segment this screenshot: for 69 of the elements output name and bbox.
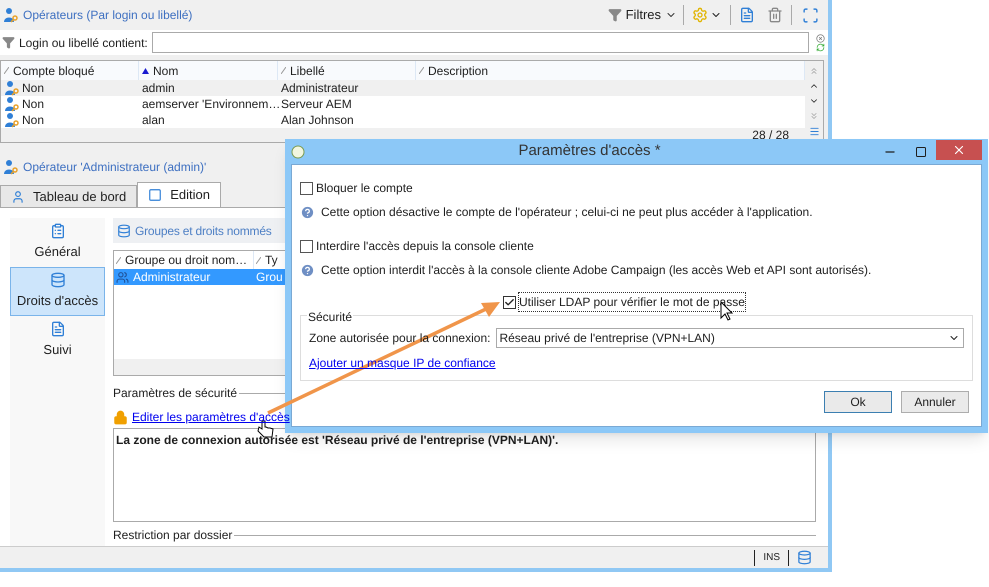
gear-icon [692,7,708,23]
clear-icon[interactable] [816,34,825,42]
refresh-icon[interactable] [816,42,825,52]
columns-menu-icon[interactable] [808,126,820,138]
nav-item[interactable]: Suivi [10,316,105,365]
filter-label: Login ou libellé contient: [19,34,148,52]
panel-title: Opérateurs (Par login ou libellé) [23,7,192,24]
close-button[interactable] [936,140,982,160]
table-cell-text: Non [22,80,44,97]
checkbox[interactable] [300,182,313,194]
checkbox[interactable] [503,296,516,308]
app-icon [291,144,305,158]
window-icon [148,188,162,202]
database-icon [50,272,66,288]
zone-dropdown[interactable]: Réseau privé de l'entreprise (VPN+LAN) [496,328,964,348]
panel-title: Opérateur 'Administrateur (admin)' [23,159,206,176]
status-bar: INS [0,546,828,568]
filter-icon [608,8,622,22]
tab[interactable]: Edition [137,182,221,207]
table-cell-text: Administrateur [133,269,210,286]
search-field[interactable] [152,32,809,53]
dialog-button[interactable]: Ok [824,391,892,413]
help-icon [300,204,315,220]
table-cell-text: Grou [256,269,283,286]
table-cell-text: aemserver 'Environnem… [142,96,280,113]
section-title: Restriction par dossier [113,527,232,544]
user-key-icon [3,159,19,175]
table-row[interactable]: Non admin Administrateur [1,80,805,96]
maximize-icon[interactable] [915,146,927,158]
help-text: Cette option interdit l'accès à la console cliente Adobe Campaign (les accès Web et API sont autorisés). [321,262,872,279]
tab[interactable]: Tableau de bord [0,185,138,207]
record-count: 28 / 28 [752,128,790,142]
sort-mark-icon [256,256,261,264]
document-icon [50,321,66,338]
nav-item[interactable]: Général [10,218,105,267]
checkbox[interactable] [300,240,313,252]
database-icon [117,224,131,238]
clipboard-icon [50,223,66,240]
table-cell-text: Non [22,112,44,129]
fullscreen-icon[interactable] [802,6,819,24]
edit-access-link[interactable]: Editer les paramètres d'accès [132,408,290,426]
check-icon [504,296,515,308]
table-cell-text: alan [142,112,165,129]
lock-icon [113,410,128,424]
user-key-icon [4,96,20,112]
table-cell-text: Administrateur [281,80,358,97]
nav-item[interactable]: Droits d'accès [10,267,105,316]
help-text: Cette option désactive le compte de l'opérateur ; celui-ci ne peut plus accéder à l'application. [321,204,813,221]
table-cell-text: Non [22,96,44,113]
group-icon [116,270,129,284]
filter-icon [2,36,15,49]
user-key-icon [3,7,19,23]
user-key-icon [4,112,20,128]
filters-button[interactable]: Filtres [606,5,679,25]
help-icon [300,262,315,278]
sort-mark-icon [116,256,121,264]
new-document-icon[interactable] [739,7,755,23]
dialog-button[interactable]: Annuler [901,391,969,413]
column-header[interactable]: Ty [254,251,278,269]
table-cell-text: Serveur AEM [281,96,352,113]
database-icon [797,550,812,565]
table-cell-text: admin [142,80,175,97]
dialog-title: Paramètres d'accès * [517,141,662,162]
trash-icon[interactable] [767,7,783,23]
checkbox-label: Bloquer le compte [316,180,413,197]
section-title: Paramètres de sécurité [113,385,238,402]
user-icon [11,190,25,204]
user-key-icon [4,80,20,96]
table-cell-text: Alan Johnson [281,112,354,129]
